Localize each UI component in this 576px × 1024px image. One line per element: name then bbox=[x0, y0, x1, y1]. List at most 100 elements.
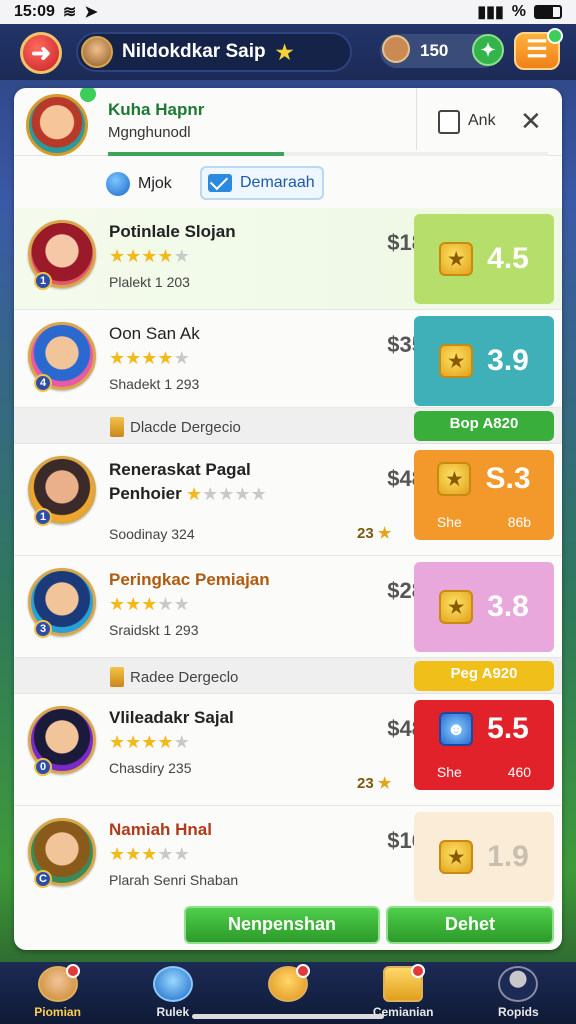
item-meta: Soodinay 324 bbox=[109, 526, 195, 542]
battery-icon bbox=[534, 5, 562, 19]
badge-sub: She 86b bbox=[436, 514, 532, 530]
item-name: Oon San Ak bbox=[109, 324, 200, 343]
person-icon bbox=[498, 966, 539, 1002]
home-icon bbox=[152, 966, 193, 1002]
menu-button[interactable]: ☰ bbox=[514, 28, 563, 70]
star-icon: ★ bbox=[377, 525, 392, 542]
star-icon: ★ bbox=[109, 246, 126, 266]
coin-balance[interactable]: 150 ✦ bbox=[380, 34, 504, 68]
nav-item-piomian[interactable]: Piomian bbox=[8, 962, 108, 1019]
star-icon: ★ bbox=[157, 594, 174, 614]
star-icon: ★ bbox=[157, 732, 174, 752]
tab-label: Mjok bbox=[138, 175, 172, 192]
star-icon: ★ bbox=[173, 348, 190, 368]
badge-sub: She 460 bbox=[436, 764, 532, 780]
title-pill[interactable]: Nildokdkar Saip ★ bbox=[76, 32, 352, 72]
nav-item-center[interactable] bbox=[238, 962, 338, 1005]
list-item[interactable]: 3 Peringkac Pemiajan ★★★★★ Sraidskt 1 29… bbox=[14, 556, 562, 658]
separator-label: Dlacde Dergecio bbox=[110, 417, 241, 437]
trophy-icon bbox=[110, 667, 124, 687]
star-icon: ★ bbox=[125, 246, 142, 266]
star-icon: ★ bbox=[157, 844, 174, 864]
secondary-action-button[interactable]: Dehet bbox=[386, 906, 554, 944]
separator-button[interactable]: Bop A820 bbox=[414, 411, 554, 441]
score-badge[interactable]: ★ 3.8 bbox=[414, 562, 554, 652]
star-icon: ★ bbox=[157, 348, 174, 368]
close-icon[interactable]: ✕ bbox=[520, 106, 542, 137]
star-icon: ★ bbox=[125, 844, 142, 864]
signal-icon: ▮▮▮ bbox=[477, 4, 504, 21]
rating-count: 23 ★ bbox=[357, 525, 392, 542]
star-icon: ★ bbox=[157, 246, 174, 266]
score-badge[interactable]: ☻ 5.5 She 460 bbox=[414, 700, 554, 790]
panel-title: Kuha Hapnr bbox=[108, 100, 205, 119]
add-coins-icon[interactable]: ✦ bbox=[472, 34, 504, 66]
list-item[interactable]: 1 Reneraskat Pagal Penhoier ★★★★★ Soodin… bbox=[14, 444, 562, 556]
score-badge[interactable]: ★ S.3 She 86b bbox=[414, 450, 554, 540]
list-item[interactable]: 4 Oon San Ak ★★★★★ Shadekt 1 293 $35 ★ 3… bbox=[14, 310, 562, 408]
nav-item-ropids[interactable]: Ropids bbox=[468, 962, 568, 1019]
score-badge[interactable]: ★ 1.9 bbox=[414, 812, 554, 902]
list-item[interactable]: 1 Potinlale Slojan ★★★★★ Plalekt 1 203 $… bbox=[14, 208, 562, 310]
separator-button[interactable]: Peg A920 bbox=[414, 661, 554, 691]
battery-label: % bbox=[511, 3, 526, 20]
tab-demaraah[interactable]: Demaraah bbox=[200, 166, 324, 200]
star-icon: ★ bbox=[186, 484, 203, 504]
nav-item-cemianian[interactable]: Cemianian bbox=[353, 962, 453, 1019]
nav-item-rulek[interactable]: Rulek bbox=[123, 962, 223, 1019]
notification-dot-icon bbox=[411, 964, 426, 978]
star-badge-icon: ★ bbox=[439, 344, 474, 378]
star-icon: ★ bbox=[173, 594, 190, 614]
nav-label: Ropids bbox=[498, 1005, 539, 1019]
rating-count: 23 ★ bbox=[357, 775, 392, 792]
star-icon: ★ bbox=[377, 775, 392, 792]
star-icon: ★ bbox=[125, 594, 142, 614]
notification-dot-icon bbox=[547, 28, 563, 44]
list-item[interactable]: 0 Vlileadakr Sajal ★★★★★ Chasdiry 235 $4… bbox=[14, 694, 562, 806]
avatar bbox=[81, 36, 113, 68]
star-rating: ★★★★★ bbox=[109, 844, 190, 865]
nav-label: Piomian bbox=[34, 1005, 81, 1019]
star-icon: ★ bbox=[109, 348, 126, 368]
star-badge-icon: ★ bbox=[439, 242, 474, 276]
score-badge[interactable]: ★ 4.5 bbox=[414, 214, 554, 304]
item-meta: Plalekt 1 203 bbox=[109, 274, 190, 290]
top-bar: ➜ Nildokdkar Saip ★ 150 ✦ ☰ bbox=[0, 24, 576, 80]
star-icon: ★ bbox=[250, 484, 267, 504]
primary-action-button[interactable]: Nenpenshan bbox=[184, 906, 380, 944]
item-name: Vlileadakr Sajal bbox=[109, 708, 234, 727]
score-badge[interactable]: ★ 3.9 bbox=[414, 316, 554, 406]
star-icon: ★ bbox=[125, 732, 142, 752]
separator-row: Dlacde Dergecio Bop A820 bbox=[14, 408, 562, 444]
score-value: 1.9 bbox=[487, 840, 529, 873]
list-item[interactable]: C Namiah Hnal ★★★★★ Plarah Senri Shaban … bbox=[14, 806, 562, 902]
heart-icon bbox=[106, 172, 130, 196]
main-panel: Kuha Hapnr Mgnghunodl Ank ✕ Mjok Demaraa… bbox=[14, 88, 562, 950]
profile-avatar[interactable] bbox=[26, 94, 88, 156]
status-time: 15:09 bbox=[14, 3, 55, 20]
wifi-icon: ≋ bbox=[62, 4, 77, 21]
tab-bar: Mjok Demaraah bbox=[14, 158, 562, 208]
item-meta: Sraidskt 1 293 bbox=[109, 622, 199, 638]
progress-bar bbox=[108, 152, 548, 156]
star-badge-icon: ★ bbox=[439, 590, 474, 624]
item-meta: Plarah Senri Shaban bbox=[109, 872, 239, 888]
home-indicator[interactable] bbox=[192, 1014, 384, 1019]
back-arrow-icon: ➜ bbox=[30, 39, 52, 67]
star-icon: ★ bbox=[109, 732, 126, 752]
progress-fill bbox=[108, 152, 284, 156]
star-icon: ★ bbox=[173, 732, 190, 752]
star-icon: ★ bbox=[173, 246, 190, 266]
trophy-icon bbox=[110, 417, 124, 437]
item-meta: Shadekt 1 293 bbox=[109, 376, 200, 392]
player-avatar bbox=[382, 35, 410, 63]
tab-mjok[interactable]: Mjok bbox=[106, 168, 172, 200]
back-button[interactable]: ➜ bbox=[20, 32, 62, 74]
star-rating: ★★★★★ bbox=[109, 246, 190, 267]
score-value: 4.5 bbox=[487, 242, 529, 275]
separator-label: Radee Dergeclo bbox=[110, 667, 238, 687]
panel-subtitle: Mgnghunodl bbox=[108, 124, 191, 141]
star-badge-icon: ★ bbox=[439, 840, 474, 874]
star-icon: ★ bbox=[173, 844, 190, 864]
select-checkbox[interactable] bbox=[438, 110, 460, 134]
